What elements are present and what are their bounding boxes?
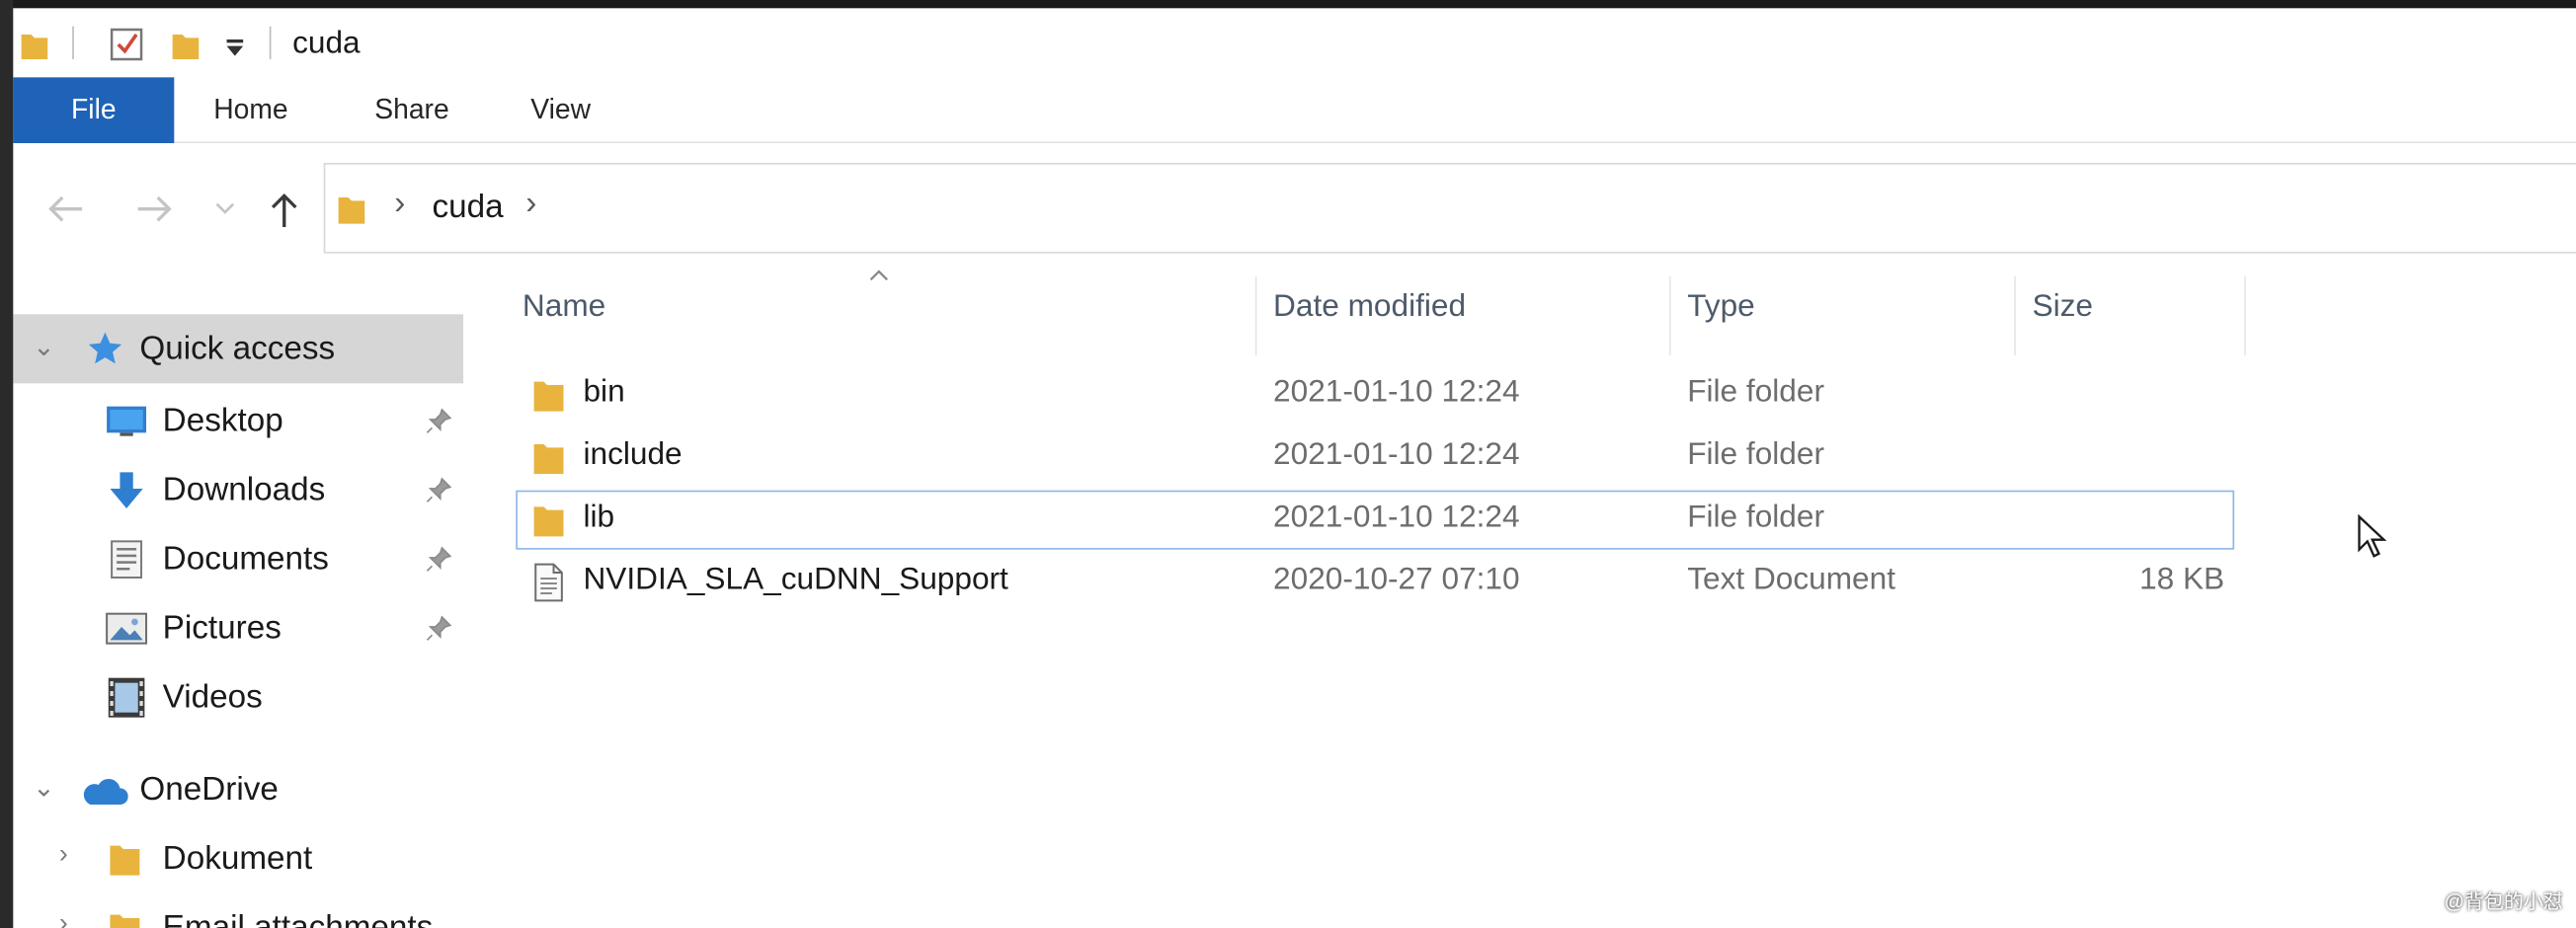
download-icon — [110, 472, 143, 509]
file-date: 2021-01-10 12:24 — [1273, 375, 1520, 411]
sidebar-item-label: Dokument — [162, 840, 313, 878]
sidebar-item-label: Documents — [162, 541, 329, 579]
folder-icon — [533, 444, 564, 475]
window-title: cuda — [292, 26, 361, 61]
folder-icon[interactable] — [20, 28, 49, 60]
sidebar-item-label: Videos — [162, 679, 263, 717]
sidebar-item-desktop[interactable]: Desktop — [0, 387, 463, 456]
table-row[interactable]: bin 2021-01-10 12:24 File folder — [516, 365, 2234, 425]
sidebar-item-label: Quick access — [139, 331, 336, 367]
folder-icon — [110, 845, 140, 876]
sidebar-item-pictures[interactable]: Pictures — [0, 594, 463, 663]
file-list: Name Date modified Type Size bin 2021-01… — [476, 260, 2576, 928]
pin-icon[interactable] — [424, 407, 453, 436]
pin-icon[interactable] — [424, 614, 453, 644]
file-date: 2021-01-10 12:24 — [1273, 500, 1520, 535]
file-date: 2020-10-27 07:10 — [1273, 563, 1520, 598]
watermark: @背包的小怼 — [2444, 889, 2563, 914]
expand-chevron-icon[interactable]: ⌄ — [33, 331, 54, 363]
sidebar-item-label: Pictures — [162, 610, 282, 648]
navigation-bar: › cuda › — [0, 144, 2576, 261]
navigation-pane: ⌄ Quick access Desktop Downloads Documen… — [0, 260, 477, 928]
sidebar-item-downloads[interactable]: Downloads — [0, 456, 463, 525]
table-row[interactable]: lib 2021-01-10 12:24 File folder — [516, 490, 2235, 550]
new-folder-icon[interactable] — [171, 28, 201, 60]
chevron-right-icon[interactable]: › — [59, 841, 68, 871]
arrow-right-icon[interactable] — [134, 194, 174, 224]
text-document-icon — [534, 563, 563, 602]
file-type: Text Document — [1687, 563, 1896, 598]
sidebar-item-onedrive[interactable]: ⌄ OneDrive — [0, 755, 463, 824]
sidebar-item-documents[interactable]: Documents — [0, 525, 463, 594]
sidebar-item-label: Email attachments — [163, 910, 434, 928]
pictures-icon — [106, 612, 148, 645]
file-explorer-window: cuda File Home Share View › cuda › ⌄ Qui… — [0, 8, 2576, 928]
tab-home[interactable]: Home — [213, 77, 287, 143]
file-type: File folder — [1687, 500, 1824, 535]
ribbon-tabs: File Home Share View — [0, 77, 2576, 144]
tab-view[interactable]: View — [530, 77, 591, 143]
column-header-label: Size — [2032, 289, 2093, 325]
folder-icon — [110, 914, 140, 928]
title-separator — [269, 26, 272, 60]
table-row[interactable]: NVIDIA_SLA_cuDNN_Support 2020-10-27 07:1… — [516, 553, 2234, 612]
customize-dropdown-icon[interactable] — [223, 37, 246, 59]
cloud-icon — [83, 778, 128, 806]
sidebar-item-label: Downloads — [162, 472, 326, 509]
file-type: File folder — [1687, 437, 1824, 473]
address-bar[interactable]: › cuda › — [323, 163, 2576, 254]
documents-icon — [111, 540, 143, 580]
pin-icon[interactable] — [424, 545, 453, 575]
breadcrumb-cuda[interactable]: cuda — [432, 190, 503, 227]
chevron-right-icon[interactable]: › — [59, 910, 68, 928]
folder-icon — [338, 197, 365, 224]
column-header-size[interactable]: Size — [2016, 276, 2246, 356]
file-name: include — [583, 437, 683, 473]
column-header-label: Type — [1687, 289, 1755, 325]
mouse-cursor-icon — [2358, 513, 2387, 558]
sidebar-item-email-attachments[interactable]: › Email attachments — [0, 893, 463, 928]
column-header-label: Date modified — [1273, 289, 1467, 325]
chevron-right-icon[interactable]: › — [525, 186, 536, 223]
file-date: 2021-01-10 12:24 — [1273, 437, 1520, 473]
file-size: 18 KB — [2139, 563, 2225, 598]
chevron-right-icon[interactable]: › — [394, 186, 405, 223]
file-name: lib — [583, 500, 615, 535]
folder-icon — [533, 506, 564, 537]
arrow-up-icon[interactable] — [268, 191, 300, 230]
desktop-icon — [107, 406, 147, 436]
sidebar-item-dokument[interactable]: › Dokument — [0, 824, 463, 893]
expand-chevron-icon[interactable]: ⌄ — [33, 772, 54, 805]
file-type: File folder — [1687, 375, 1824, 411]
folder-icon — [533, 381, 564, 412]
title-bar: cuda — [0, 8, 2576, 78]
title-separator — [72, 26, 74, 60]
column-header-type[interactable]: Type — [1671, 276, 2016, 356]
arrow-left-icon[interactable] — [46, 194, 86, 224]
tab-file[interactable]: File — [13, 77, 175, 144]
window-edge — [0, 0, 14, 928]
sidebar-item-quick-access[interactable]: ⌄ Quick access — [13, 314, 464, 384]
videos-icon — [108, 677, 145, 718]
pin-icon[interactable] — [424, 476, 453, 505]
column-header-label: Name — [522, 289, 606, 325]
sidebar-item-videos[interactable]: Videos — [0, 663, 463, 733]
tab-share[interactable]: Share — [374, 77, 448, 143]
properties-checkbox-icon[interactable] — [109, 27, 145, 63]
chevron-down-icon[interactable] — [213, 200, 236, 217]
star-icon — [88, 332, 122, 364]
column-header-name[interactable]: Name — [506, 276, 1257, 356]
file-name: bin — [583, 375, 625, 411]
table-row[interactable]: include 2021-01-10 12:24 File folder — [516, 427, 2234, 487]
column-header-date-modified[interactable]: Date modified — [1256, 276, 1671, 356]
sidebar-item-label: OneDrive — [139, 771, 279, 809]
sidebar-item-label: Desktop — [162, 403, 283, 440]
file-name: NVIDIA_SLA_cuDNN_Support — [583, 563, 1008, 598]
